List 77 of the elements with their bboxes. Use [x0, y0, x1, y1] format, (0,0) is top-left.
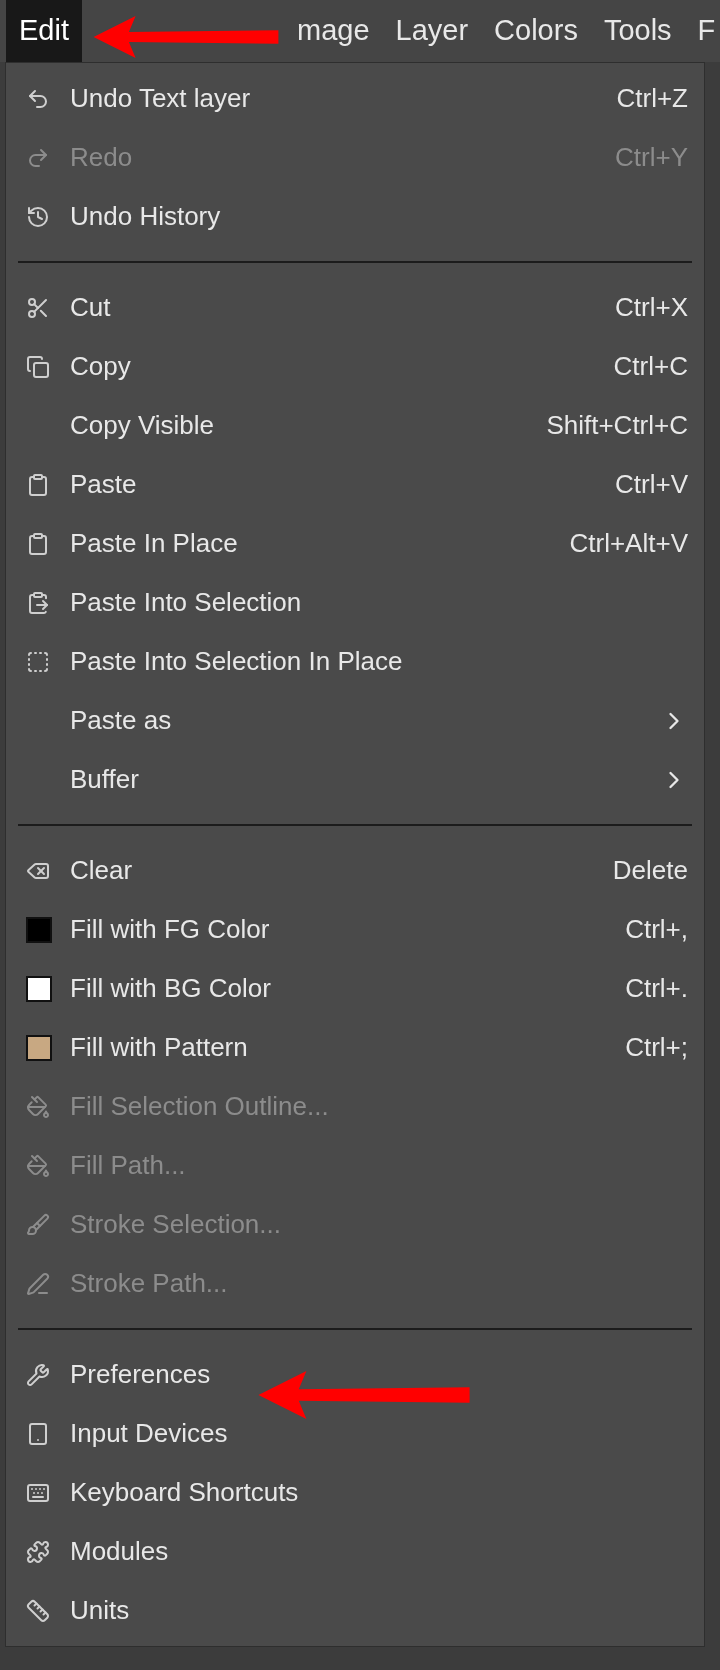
- shortcut-label: Delete: [612, 854, 688, 887]
- brush-icon: [26, 1212, 50, 1237]
- shortcut-label: Ctrl+.: [625, 972, 688, 1005]
- menu-item-label: Fill Selection Outline...: [70, 1090, 329, 1123]
- shortcut-label: Ctrl+;: [625, 1031, 688, 1064]
- menu-item[interactable]: Fill with BG Color Ctrl+.: [6, 959, 704, 1018]
- menu-item[interactable]: Paste Into Selection In Place: [6, 632, 704, 691]
- menu-item-label: Stroke Selection...: [70, 1208, 281, 1241]
- menu-item-label: Stroke Path...: [70, 1267, 228, 1300]
- menu-item-label: Undo Text layer: [70, 82, 251, 115]
- menu-item-label: Fill Path...: [70, 1149, 186, 1182]
- menu-item[interactable]: Cut Ctrl+X: [6, 278, 704, 337]
- menu-item[interactable]: Fill with Pattern Ctrl+;: [6, 1018, 704, 1077]
- menu-item[interactable]: Keyboard Shortcuts: [6, 1463, 704, 1522]
- menu-item[interactable]: Units: [6, 1581, 704, 1640]
- menu-item-label: Redo: [70, 141, 133, 174]
- shortcut-label: Ctrl+C: [613, 350, 688, 383]
- menu-item-label: Preferences: [70, 1358, 211, 1391]
- history-icon: [26, 204, 50, 229]
- shortcut-label: Ctrl+X: [615, 291, 688, 324]
- menu-item[interactable]: Paste as: [6, 691, 704, 750]
- menu-item-label: Fill with BG Color: [70, 972, 271, 1005]
- menu-item[interactable]: Undo History: [6, 187, 704, 246]
- menu-item-label: Input Devices: [70, 1417, 228, 1450]
- menu-item[interactable]: Modules: [6, 1522, 704, 1581]
- menu-item-label: Cut: [70, 291, 111, 324]
- tablet-icon: [26, 1421, 50, 1446]
- shortcut-label: Shift+Ctrl+C: [546, 409, 688, 442]
- menu-item[interactable]: Buffer: [6, 750, 704, 809]
- wrench-icon: [26, 1362, 50, 1387]
- menu-item-label: Copy Visible: [70, 409, 215, 442]
- puzzle-icon: [26, 1539, 50, 1564]
- menu-item[interactable]: Paste Ctrl+V: [6, 455, 704, 514]
- menu-item[interactable]: Fill with FG Color Ctrl+,: [6, 900, 704, 959]
- bucket-icon: [26, 1094, 50, 1119]
- menu-item[interactable]: Clear Delete: [6, 841, 704, 900]
- menu-bar-item[interactable]: Tools: [590, 0, 685, 62]
- menu-item-label: Keyboard Shortcuts: [70, 1476, 299, 1509]
- menu-item-label: Modules: [70, 1535, 169, 1568]
- menu-item-label: Paste: [70, 468, 137, 501]
- menu-bar-item[interactable]: F: [684, 0, 720, 62]
- menu-item[interactable]: Undo Text layer Ctrl+Z: [6, 69, 704, 128]
- menu-item-label: Undo History: [70, 200, 221, 233]
- selection-icon: [26, 649, 50, 674]
- menu-bar-item[interactable]: mage: [284, 0, 383, 62]
- clipboard-icon: [26, 531, 50, 556]
- shortcut-label: Ctrl+Z: [616, 82, 688, 115]
- menu-item-label: Copy: [70, 350, 131, 383]
- menu-item[interactable]: Paste In Place Ctrl+Alt+V: [6, 514, 704, 573]
- menu-item-label: Paste Into Selection: [70, 586, 302, 619]
- menu-bar-item[interactable]: Edit: [6, 0, 82, 62]
- clipboard-icon: [26, 472, 50, 497]
- menu-item[interactable]: Input Devices: [6, 1404, 704, 1463]
- copy-icon: [26, 354, 50, 379]
- menu-item-label: Buffer: [70, 763, 139, 796]
- shortcut-label: Ctrl+V: [615, 468, 688, 501]
- menu-bar-item[interactable]: Colors: [481, 0, 591, 62]
- shortcut-label: Ctrl+Alt+V: [569, 527, 688, 560]
- menu-item-label: Fill with FG Color: [70, 913, 270, 946]
- menu-item-label: Units: [70, 1594, 130, 1627]
- menu-item-label: Clear: [70, 854, 133, 887]
- bucket-icon: [26, 1153, 50, 1178]
- menu-item[interactable]: Copy Ctrl+C: [6, 337, 704, 396]
- scissors-icon: [26, 295, 50, 320]
- menu-item-label: Paste as: [70, 704, 172, 737]
- shortcut-label: Ctrl+Y: [615, 141, 688, 174]
- shortcut-label: Ctrl+,: [625, 913, 688, 946]
- menu-item-label: Paste Into Selection In Place: [70, 645, 403, 678]
- menu-bar-item[interactable]: Layer: [382, 0, 482, 62]
- pen-icon: [26, 1271, 50, 1296]
- menu-item[interactable]: Paste Into Selection: [6, 573, 704, 632]
- menu-item[interactable]: Copy Visible Shift+Ctrl+C: [6, 396, 704, 455]
- clipboard-icon: [26, 590, 50, 615]
- menu-item-label: Fill with Pattern: [70, 1031, 248, 1064]
- ruler-icon: [26, 1598, 50, 1623]
- menu-item-label: Paste In Place: [70, 527, 238, 560]
- menu-item[interactable]: Preferences: [6, 1345, 704, 1404]
